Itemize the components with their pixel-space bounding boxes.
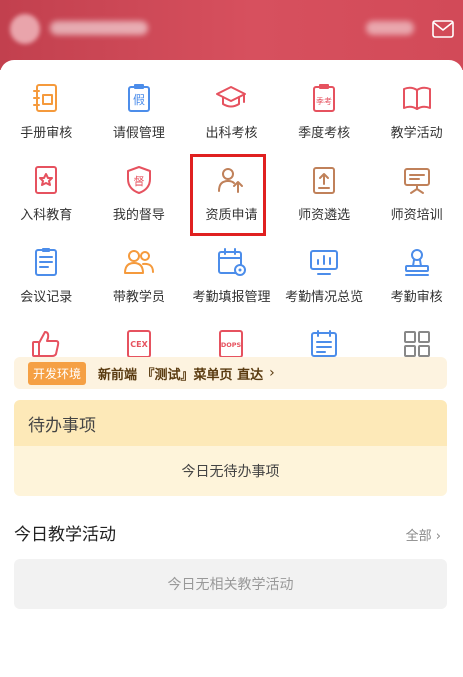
grid-item-12[interactable]: 考勤填报管理 <box>185 242 278 324</box>
grid-item-label: 带教学员 <box>112 290 165 305</box>
svg-text:DOPS: DOPS <box>221 341 242 349</box>
teacher-training-icon <box>403 168 430 194</box>
grid-item-6[interactable]: 督我的督导 <box>93 160 186 242</box>
thumbs-up-icon <box>32 331 60 357</box>
grid-item-1[interactable]: 假请假管理 <box>93 78 186 160</box>
graduation-cap-icon <box>216 86 247 108</box>
attendance-review-icon <box>404 249 429 276</box>
handbook-icon <box>33 84 58 112</box>
attendance-fill-icon <box>218 248 247 276</box>
grid-item-label: 手册审核 <box>20 126 73 141</box>
grid-item-7[interactable]: 资质申请 <box>185 154 278 242</box>
open-book-icon <box>402 86 431 110</box>
grid-item-label: 入科教育 <box>20 208 73 223</box>
mini-cex-icon: CEX <box>126 330 151 358</box>
students-icon <box>123 250 154 274</box>
grid-item-3[interactable]: 季考 季度考核 <box>278 78 371 160</box>
grid-item-label: 会议记录 <box>20 290 73 305</box>
svg-text:督: 督 <box>133 174 144 188</box>
grid-item-label: 考勤审核 <box>390 290 443 305</box>
grid-item-10[interactable]: 会议记录 <box>0 242 93 324</box>
grid-item-14[interactable]: 考勤审核 <box>370 242 463 324</box>
grid-item-label: 考勤填报管理 <box>192 290 271 305</box>
calendar-list-icon <box>311 330 338 357</box>
grid-item-5[interactable]: 入科教育 <box>0 160 93 242</box>
user-name-blurred <box>50 21 148 35</box>
entry-education-icon <box>35 166 58 194</box>
grid-item-label: 考勤情况总览 <box>285 290 364 305</box>
grid-item-label: 季度考核 <box>298 126 351 141</box>
grid-item-label: 教学活动 <box>390 126 443 141</box>
grid-item-13[interactable]: 考勤情况总览 <box>278 242 371 324</box>
qualification-apply-icon <box>218 168 244 193</box>
svg-text:季考: 季考 <box>316 96 332 106</box>
leave-icon: 假 <box>127 84 150 112</box>
activities-all-link[interactable]: 全部 › <box>406 525 441 544</box>
grid-item-4[interactable]: 教学活动 <box>370 78 463 160</box>
dev-env-message[interactable]: 新前端 『测试』菜单页 直达 <box>98 364 263 383</box>
attendance-overview-icon <box>310 250 339 275</box>
dev-env-tag: 开发环境 <box>28 361 87 385</box>
grid-item-label: 我的督导 <box>112 208 165 223</box>
grid-item-2[interactable]: 出科考核 <box>185 78 278 160</box>
svg-text:CEX: CEX <box>130 340 148 349</box>
activities-title: 今日教学活动 <box>14 525 116 545</box>
header-info-blurred <box>366 21 414 35</box>
activities-empty-text: 今日无相关教学活动 <box>14 559 447 609</box>
dev-env-banner[interactable]: 开发环境 新前端 『测试』菜单页 直达 › <box>14 357 447 389</box>
quarterly-exam-icon: 季考 <box>313 84 336 112</box>
grid-item-11[interactable]: 带教学员 <box>93 242 186 324</box>
supervision-shield-icon: 督 <box>126 166 151 194</box>
teacher-selection-icon <box>313 167 336 194</box>
grid-item-9[interactable]: 师资培训 <box>370 160 463 242</box>
avatar[interactable] <box>10 14 40 44</box>
grid-item-label: 师资遴选 <box>298 208 351 223</box>
grid-item-8[interactable]: 师资遴选 <box>278 160 371 242</box>
meeting-notes-icon <box>35 248 58 276</box>
grid-item-0[interactable]: 手册审核 <box>0 78 93 160</box>
more-grid-icon <box>403 331 430 357</box>
todo-header: 待办事项 <box>14 400 447 446</box>
grid-item-label: 请假管理 <box>112 126 165 141</box>
mail-icon[interactable] <box>432 20 454 38</box>
grid-item-label: 出科考核 <box>205 126 258 141</box>
todo-empty-text: 今日无待办事项 <box>14 446 447 496</box>
svg-text:假: 假 <box>133 93 145 107</box>
chevron-right-icon: › <box>269 365 275 381</box>
grid-item-label: 师资培训 <box>390 208 443 223</box>
grid-item-label: 资质申请 <box>205 208 258 223</box>
dops-icon: DOPS <box>219 330 244 358</box>
